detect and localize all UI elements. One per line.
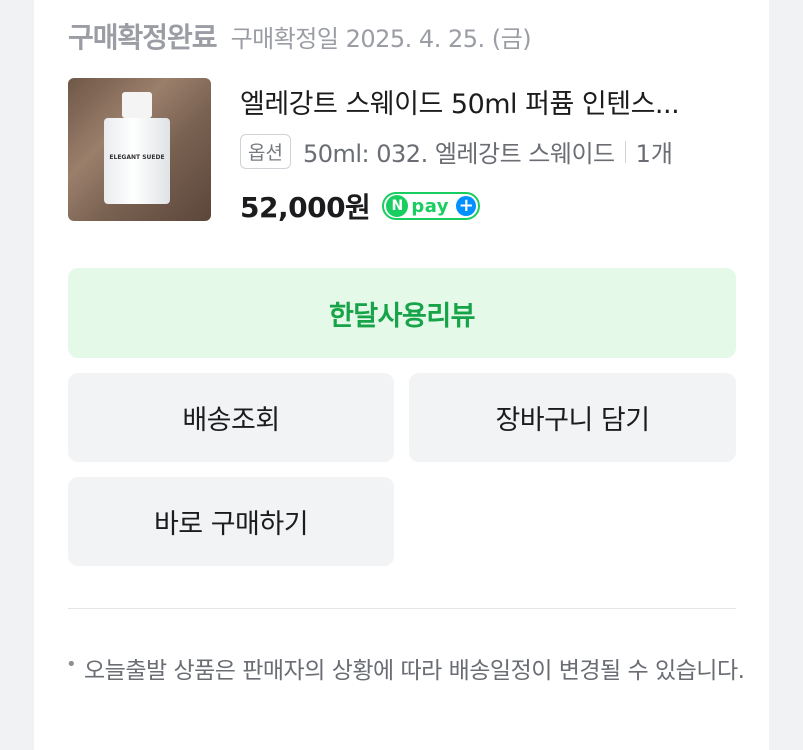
plus-icon: + <box>456 196 477 216</box>
product-name[interactable]: 엘레강트 스웨이드 50ml 퍼퓸 인텐스... <box>240 82 740 121</box>
price-row: 52,000원 N pay + <box>240 186 481 226</box>
order-status: 구매확정완료 <box>68 21 218 54</box>
bullet-icon: • <box>66 654 77 675</box>
buy-now-button[interactable]: 바로 구매하기 <box>68 477 394 566</box>
option-row: 옵션 50ml: 032. 엘레강트 스웨이드 1개 <box>240 134 673 169</box>
monthly-review-button[interactable]: 한달사용리뷰 <box>68 268 736 358</box>
option-badge: 옵션 <box>240 134 291 169</box>
bottle-label: ELEGANT SUEDE <box>109 154 165 161</box>
npay-plus-badge: N pay + <box>382 192 481 220</box>
confirm-date: 구매확정일 2025. 4. 25. (금) <box>230 25 532 53</box>
npay-text: pay <box>411 195 450 217</box>
product-thumbnail[interactable]: ELEGANT SUEDE <box>68 78 211 221</box>
quantity: 1개 <box>635 140 673 168</box>
order-card: 구매확정완료 구매확정일 2025. 4. 25. (금) ELEGANT SU… <box>34 0 769 750</box>
track-shipping-button[interactable]: 배송조회 <box>68 373 394 462</box>
shipping-notice: • 오늘출발 상품은 판매자의 상황에 따라 배송일정이 변경될 수 있습니다. <box>66 650 746 692</box>
perfume-bottle-image: ELEGANT SUEDE <box>104 118 170 204</box>
section-divider <box>68 608 736 609</box>
price: 52,000원 <box>240 191 371 224</box>
option-divider <box>624 140 626 163</box>
option-text: 50ml: 032. 엘레강트 스웨이드 <box>302 140 615 168</box>
order-status-row: 구매확정완료 구매확정일 2025. 4. 25. (금) <box>68 16 532 56</box>
npay-n-icon: N <box>386 195 409 217</box>
add-to-cart-button[interactable]: 장바구니 담기 <box>409 373 736 462</box>
notice-text: 오늘출발 상품은 판매자의 상황에 따라 배송일정이 변경될 수 있습니다. <box>84 658 745 684</box>
bottle-cap <box>122 92 152 118</box>
